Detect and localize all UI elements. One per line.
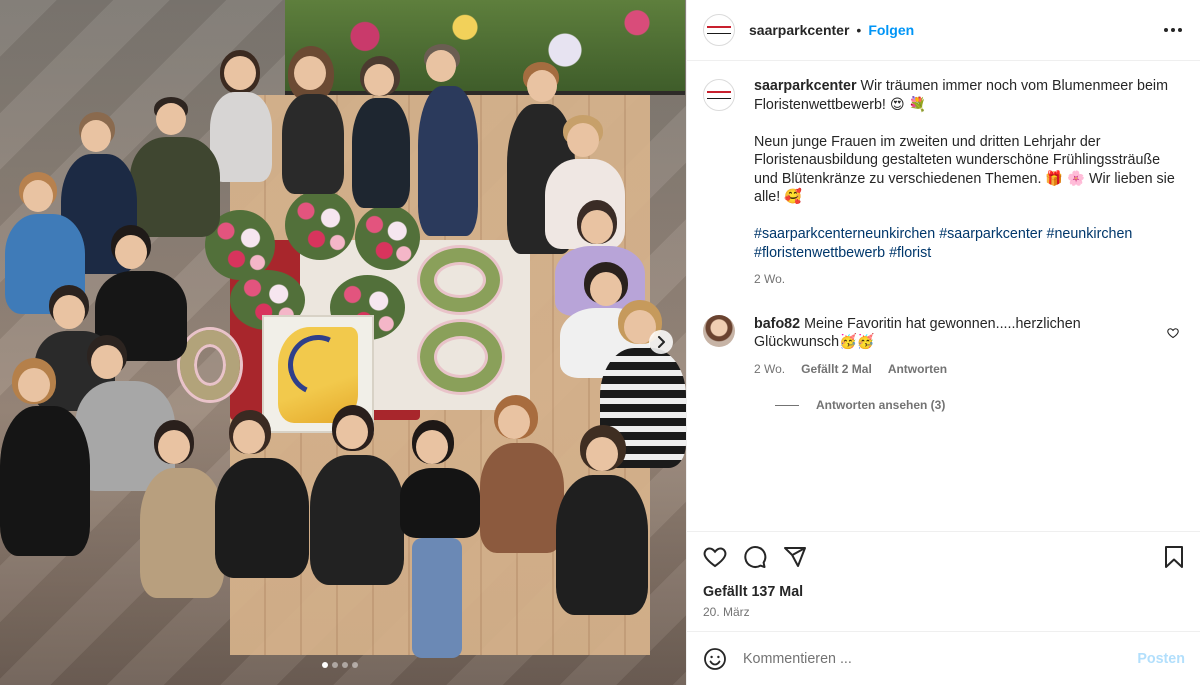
more-options-button[interactable]: [1164, 28, 1182, 32]
photo-wreath: [420, 322, 502, 392]
comment-button[interactable]: [743, 545, 767, 569]
hashtag-link[interactable]: #saarparkcenterneunkirchen: [754, 226, 935, 242]
post-header: saarparkcenter • Folgen: [687, 0, 1200, 61]
photo-wreath: [420, 248, 500, 312]
comments-area[interactable]: saarparkcenter Wir träumen immer noch vo…: [687, 61, 1200, 531]
like-comment-button[interactable]: [1167, 326, 1179, 342]
hashtag-list: #saarparkcenterneunkirchen #saarparkcent…: [754, 225, 1180, 262]
chevron-right-icon: [658, 336, 665, 348]
comment: bafo82 Meine Favoritin hat gewonnen.....…: [703, 314, 1185, 379]
post-author-username[interactable]: saarparkcenter: [749, 22, 849, 38]
hashtag-link[interactable]: #floristenwettbewerb: [754, 245, 885, 261]
brand-logo-icon: [707, 26, 731, 34]
carousel-dot: [322, 662, 328, 668]
save-button[interactable]: [1163, 545, 1185, 569]
photo-bouquet: [285, 190, 355, 260]
post-photo[interactable]: [0, 0, 686, 685]
caption-text: saarparkcenter Wir träumen immer noch vo…: [754, 77, 1180, 289]
carousel-dot: [352, 662, 358, 668]
carousel-dot: [342, 662, 348, 668]
carousel-dot: [332, 662, 338, 668]
carousel-next-button[interactable]: [649, 330, 673, 354]
more-horizontal-icon: [1164, 28, 1168, 32]
post-actions: Gefällt 137 Mal 20. März: [687, 531, 1200, 631]
follow-button[interactable]: Folgen: [868, 22, 914, 38]
post-date[interactable]: 20. März: [703, 605, 1185, 619]
comment-meta: 2 Wo. Gefällt 2 Mal Antworten: [754, 360, 1164, 379]
comment-timestamp[interactable]: 2 Wo.: [754, 360, 785, 379]
comment-likes[interactable]: Gefällt 2 Mal: [801, 360, 872, 379]
comment-text: Meine Favoritin hat gewonnen.....herzlic…: [754, 315, 1081, 351]
heart-icon: [703, 547, 727, 568]
hashtag-link[interactable]: #saarparkcenter: [939, 226, 1042, 242]
bookmark-icon: [1165, 546, 1183, 568]
comment-username[interactable]: bafo82: [754, 316, 800, 332]
like-button[interactable]: [703, 545, 727, 569]
paper-plane-icon: [784, 547, 806, 567]
carousel-dots: [322, 662, 358, 668]
post-comment-button[interactable]: Posten: [1137, 651, 1185, 667]
post-likes-count[interactable]: Gefällt 137 Mal: [703, 584, 1185, 600]
caption-line: Neun junge Frauen im zweiten und dritten…: [754, 133, 1175, 206]
photo-bouquet: [355, 205, 420, 270]
share-button[interactable]: [783, 545, 807, 569]
smiley-icon: [704, 647, 726, 670]
comment-body: bafo82 Meine Favoritin hat gewonnen.....…: [754, 315, 1164, 379]
photo-flower-planter: [285, 0, 685, 95]
brand-logo-icon: [707, 91, 731, 99]
caption-timestamp[interactable]: 2 Wo.: [754, 270, 1180, 289]
separator-dot: •: [856, 22, 862, 38]
divider: [775, 404, 799, 406]
comment-bubble-icon: [744, 546, 767, 568]
hashtag-link[interactable]: #florist: [889, 245, 931, 261]
hashtag-link[interactable]: #neunkirchen: [1047, 226, 1133, 242]
photo-wreath: [180, 330, 240, 400]
heart-icon: [1167, 327, 1179, 338]
post-detail-panel: saarparkcenter • Folgen saarparkcenter W…: [686, 0, 1200, 685]
caption-username[interactable]: saarparkcenter: [754, 78, 857, 94]
view-replies-button[interactable]: Antworten ansehen (3): [775, 398, 1185, 412]
caption: saarparkcenter Wir träumen immer noch vo…: [703, 77, 1185, 289]
avatar[interactable]: [703, 314, 735, 347]
avatar[interactable]: [703, 14, 735, 46]
comment-input[interactable]: [743, 650, 1138, 667]
action-icons: [703, 538, 1185, 576]
view-replies-label: Antworten ansehen (3): [816, 398, 946, 412]
comment-composer: Posten: [687, 631, 1200, 685]
reply-button[interactable]: Antworten: [888, 360, 947, 379]
avatar[interactable]: [703, 79, 735, 111]
emoji-picker-button[interactable]: [703, 647, 727, 671]
